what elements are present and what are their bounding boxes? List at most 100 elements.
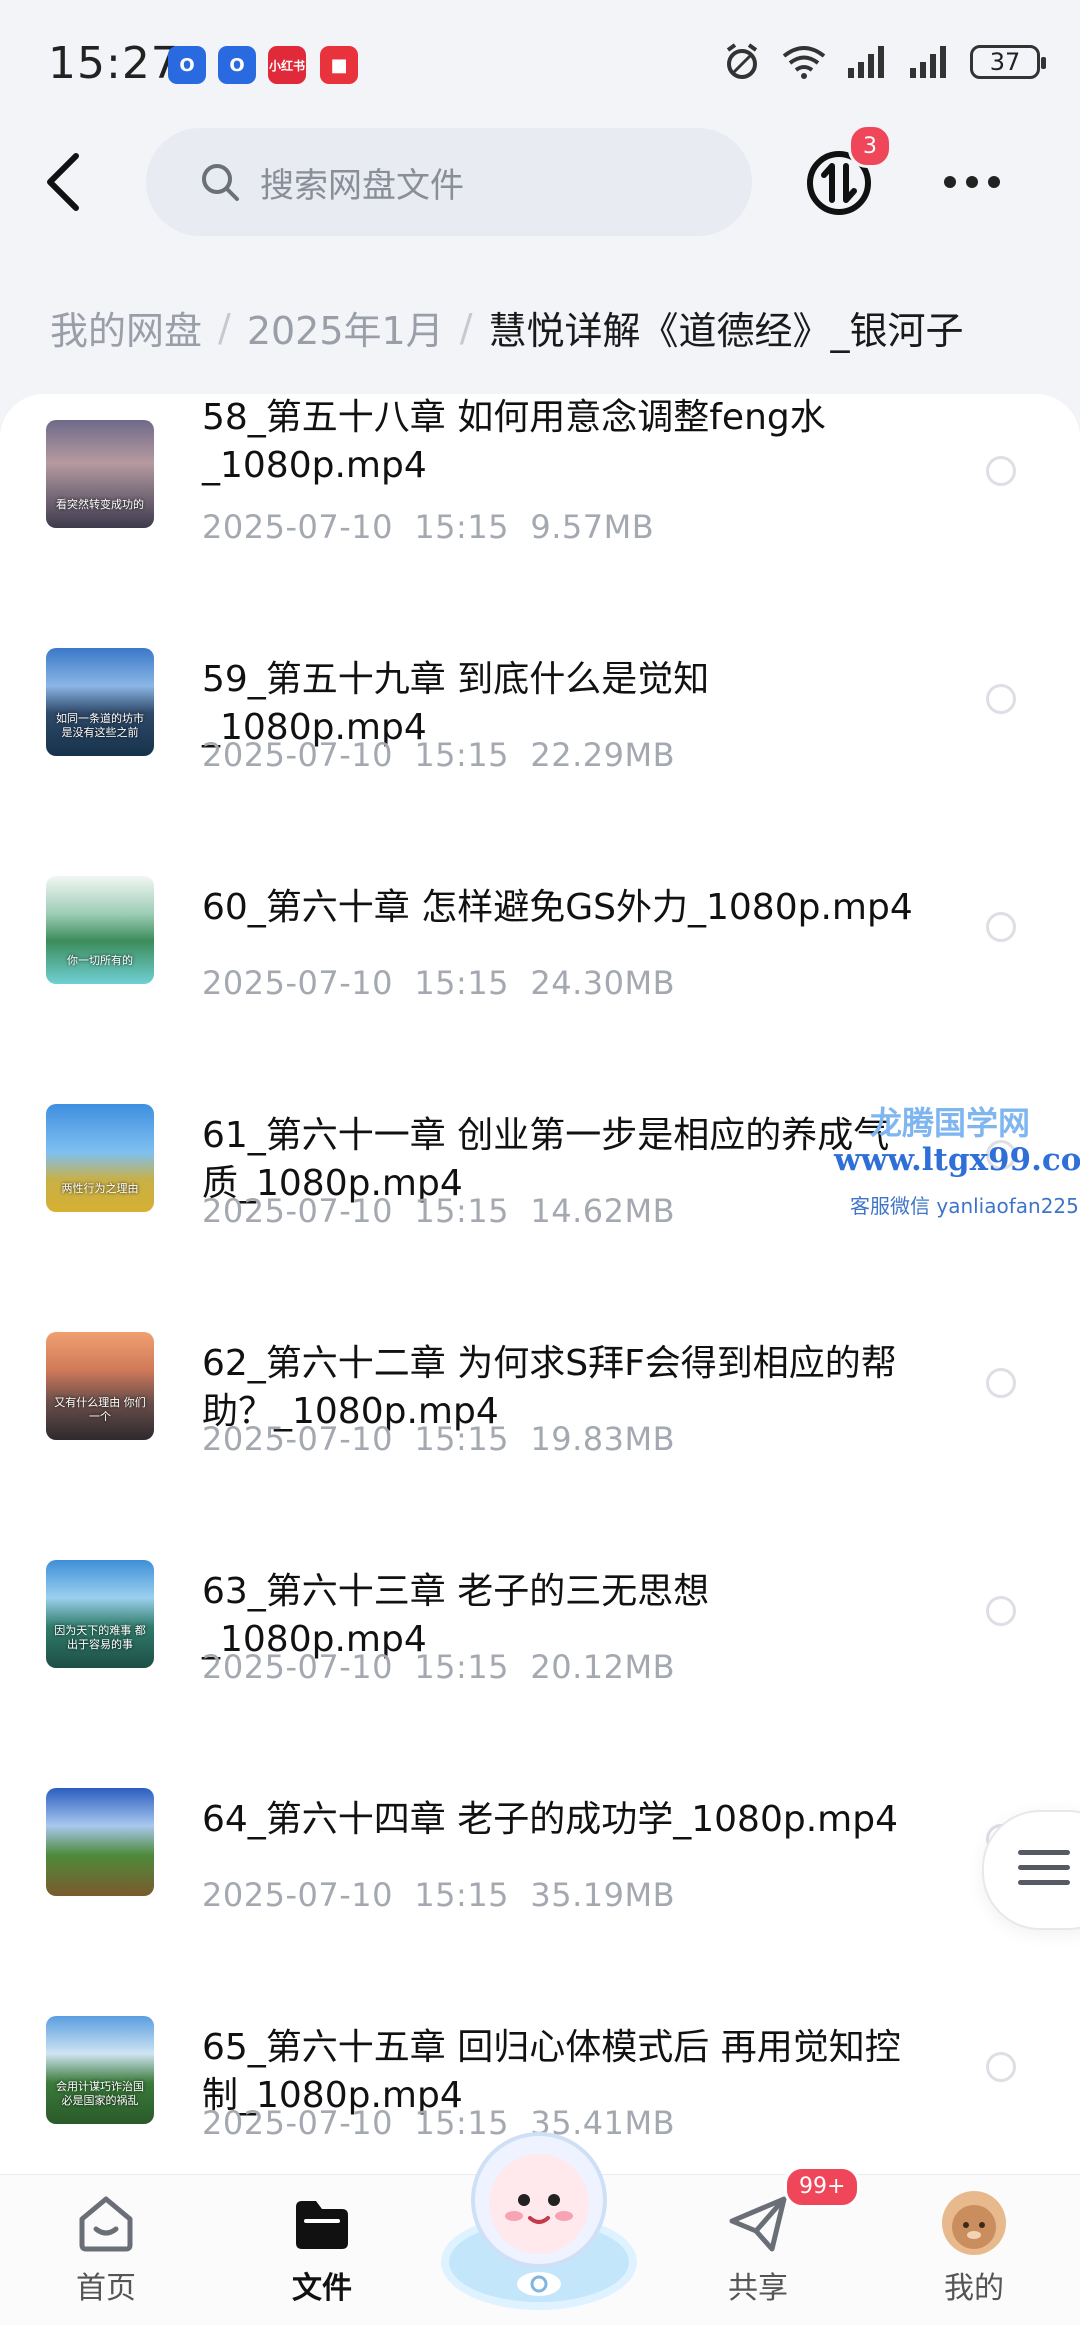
status-time: 15:27 [48,38,180,89]
thumbnail-caption: 你一切所有的 [67,954,133,967]
file-time: 15:15 [414,1648,510,1686]
file-size: 35.19MB [530,1876,676,1914]
breadcrumb: 我的网盘 / 2025年1月 / 慧悦详解《道德经》_银河子 [50,300,964,355]
nav-me[interactable]: 我的 [914,2191,1034,2307]
select-radio[interactable] [986,1596,1016,1626]
nav-home[interactable]: 首页 [46,2191,166,2307]
file-row[interactable]: 64_第六十四章 老子的成功学_1080p.mp4 2025-07-10 15:… [0,1762,1080,1990]
notification-icon: O [168,46,206,84]
wifi-icon [782,46,826,79]
file-title: 58_第五十八章 如何用意念调整feng水_1080p.mp4 [202,397,826,486]
nav-share-label: 共享 [728,2271,788,2306]
select-radio[interactable] [986,456,1016,486]
video-thumbnail: 你一切所有的 [46,876,154,984]
thumbnail-caption: 两性行为之理由 [61,1182,139,1195]
alarm-icon [726,43,758,79]
xiaohongshu-notification-icon: 小红书 [268,46,306,84]
file-row[interactable]: 你一切所有的 60_第六十章 怎样避免GS外力_1080p.mp4 2025-0… [0,850,1080,1078]
breadcrumb-item-folder[interactable]: 2025年1月 [247,300,444,355]
file-title: 60_第六十章 怎样避免GS外力_1080p.mp4 [202,887,913,928]
battery-indicator: 37 [970,45,1046,79]
file-meta: 2025-07-10 15:15 35.19MB [202,1876,675,1914]
thumbnail-caption: 因为天下的难事 都出于容易的事 [54,1624,146,1651]
file-date: 2025-07-10 [202,1876,393,1914]
file-meta: 2025-07-10 15:15 9.57MB [202,508,654,546]
more-options-icon[interactable] [944,170,1004,194]
file-title: 64_第六十四章 老子的成功学_1080p.mp4 [202,1799,898,1840]
signal-icon [848,46,884,78]
file-date: 2025-07-10 [202,1420,393,1458]
file-meta: 2025-07-10 15:15 22.29MB [202,736,675,774]
notification-icon: O [218,46,256,84]
home-icon [79,2196,133,2252]
thumbnail-caption: 会用计谋巧诈治国 必是国家的祸乱 [56,2080,144,2107]
thumbnail-caption: 看突然转变成功的 [56,498,144,511]
nav-files-label: 文件 [292,2271,352,2306]
file-date: 2025-07-10 [202,2104,393,2142]
file-meta: 2025-07-10 15:15 20.12MB [202,1648,675,1686]
system-icons: 37 [722,42,1046,82]
select-radio[interactable] [986,1368,1016,1398]
watermark-url: www.ltgx99.com [834,1142,1080,1178]
select-radio[interactable] [986,684,1016,714]
file-time: 15:15 [414,508,510,546]
file-size: 9.57MB [530,508,655,546]
video-thumbnail: 会用计谋巧诈治国 必是国家的祸乱 [46,2016,154,2124]
thumbnail-caption: 如同一条道的坊市 是没有这些之前 [56,712,144,739]
thumbnail-caption: 又有什么理由 你们一个 [54,1396,146,1423]
nav-home-label: 首页 [76,2271,136,2306]
file-size: 20.12MB [530,1648,676,1686]
nav-me-label: 我的 [944,2271,1004,2306]
back-arrow-icon[interactable] [40,150,84,214]
signal-icon [910,46,946,78]
file-date: 2025-07-10 [202,1192,393,1230]
breadcrumb-separator: / [459,305,473,350]
transfer-badge: 3 [848,124,892,168]
file-meta: 2025-07-10 15:15 14.62MB [202,1192,675,1230]
status-bar: 15:27 O O 小红书 ■ 37 [0,0,1080,130]
avatar [942,2191,1006,2255]
file-row[interactable]: 看突然转变成功的 58_第五十八章 如何用意念调整feng水_1080p.mp4… [0,394,1080,622]
search-input[interactable]: 搜索网盘文件 [146,128,752,236]
file-meta: 2025-07-10 15:15 24.30MB [202,964,675,1002]
video-thumbnail [46,1788,154,1896]
file-date: 2025-07-10 [202,508,393,546]
file-time: 15:15 [414,1876,510,1914]
video-thumbnail: 因为天下的难事 都出于容易的事 [46,1560,154,1668]
folder-icon [296,2201,348,2249]
select-radio[interactable] [986,2052,1016,2082]
file-row[interactable]: 如同一条道的坊市 是没有这些之前 59_第五十九章 到底什么是觉知_1080p.… [0,622,1080,850]
video-thumbnail: 又有什么理由 你们一个 [46,1332,154,1440]
file-time: 15:15 [414,1192,510,1230]
share-badge: 99+ [784,2166,861,2208]
video-thumbnail: 如同一条道的坊市 是没有这些之前 [46,648,154,756]
nav-share[interactable]: 共享 [698,2191,818,2307]
file-time: 15:15 [414,1420,510,1458]
file-size: 19.83MB [530,1420,676,1458]
watermark-title: 龙腾国学网 [870,1104,1031,1142]
file-size: 22.29MB [530,736,676,774]
file-date: 2025-07-10 [202,1648,393,1686]
file-date: 2025-07-10 [202,736,393,774]
file-size: 14.62MB [530,1192,676,1230]
file-row[interactable]: 因为天下的难事 都出于容易的事 63_第六十三章 老子的三无思想_1080p.m… [0,1534,1080,1762]
nav-files[interactable]: 文件 [262,2191,382,2307]
file-time: 15:15 [414,736,510,774]
paper-plane-icon [729,2196,787,2252]
breadcrumb-separator: / [218,305,231,350]
breadcrumb-item-current: 慧悦详解《道德经》_银河子 [488,309,964,353]
watermark-contact: 客服微信 yanliaofan225 [850,1194,1079,1218]
file-list: 看突然转变成功的 58_第五十八章 如何用意念调整feng水_1080p.mp4… [0,394,1080,2174]
video-thumbnail: 看突然转变成功的 [46,420,154,528]
file-row[interactable]: 又有什么理由 你们一个 62_第六十二章 为何求S拜F会得到相应的帮助？_108… [0,1306,1080,1534]
menu-icon [1018,1850,1070,1895]
search-placeholder: 搜索网盘文件 [260,165,464,206]
notification-icon: ■ [320,46,358,84]
file-time: 15:15 [414,964,510,1002]
file-size: 24.30MB [530,964,676,1002]
file-meta: 2025-07-10 15:15 19.83MB [202,1420,675,1458]
breadcrumb-item-root[interactable]: 我的网盘 [50,300,202,355]
select-radio[interactable] [986,912,1016,942]
file-date: 2025-07-10 [202,964,393,1002]
ai-assistant-mascot-icon[interactable] [436,2112,642,2312]
